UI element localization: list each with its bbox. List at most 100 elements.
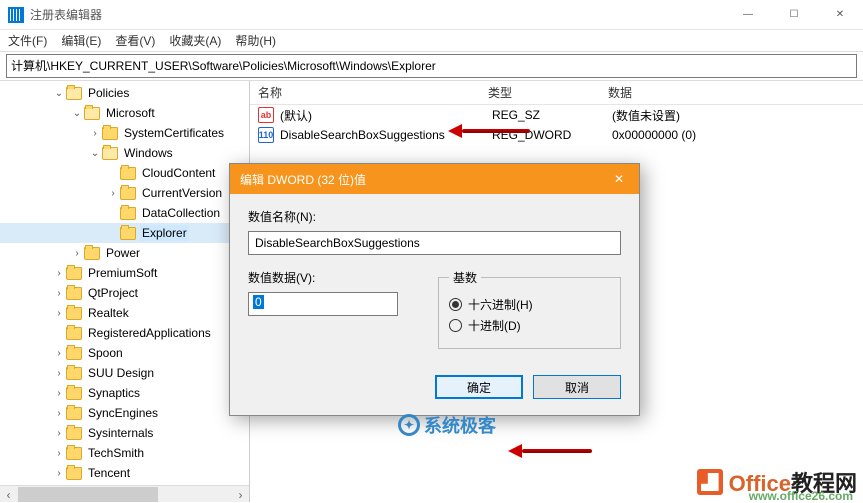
expand-icon[interactable]: › — [52, 268, 66, 279]
folder-icon — [120, 187, 136, 200]
list-row[interactable]: 110 DisableSearchBoxSuggestions REG_DWOR… — [250, 125, 863, 145]
dialog-buttons: 确定 取消 — [230, 365, 639, 415]
ok-button[interactable]: 确定 — [435, 375, 523, 399]
edit-dword-dialog: 编辑 DWORD (32 位)值 ✕ 数值名称(N): 数值数据(V): 0 基… — [229, 163, 640, 416]
collapse-icon[interactable]: ⌄ — [70, 108, 84, 119]
tree-node-realtek[interactable]: ›Realtek — [0, 303, 249, 323]
value-data: (数值未设置) — [604, 107, 863, 124]
tree-node-currentversion[interactable]: ›CurrentVersion — [0, 183, 249, 203]
tree-node-synaptics[interactable]: ›Synaptics — [0, 383, 249, 403]
menu-file[interactable]: 文件(F) — [8, 32, 47, 49]
value-data-text: 0 — [253, 295, 264, 309]
expand-icon[interactable]: › — [52, 368, 66, 379]
folder-icon — [120, 207, 136, 220]
expand-icon[interactable]: › — [52, 428, 66, 439]
folder-icon — [66, 447, 82, 460]
cancel-button[interactable]: 取消 — [533, 375, 621, 399]
address-path: 计算机\HKEY_CURRENT_USER\Software\Policies\… — [11, 57, 436, 75]
tree-node-cloudcontent[interactable]: ·CloudContent — [0, 163, 249, 183]
folder-icon — [66, 347, 82, 360]
dialog-close-button[interactable]: ✕ — [599, 164, 639, 194]
menu-edit[interactable]: 编辑(E) — [61, 32, 101, 49]
tree-node-premiumsoft[interactable]: ›PremiumSoft — [0, 263, 249, 283]
value-name-input[interactable] — [248, 231, 621, 255]
tree-node-techsmith[interactable]: ›TechSmith — [0, 443, 249, 463]
value-data-input[interactable]: 0 — [248, 292, 398, 316]
menu-favorites[interactable]: 收藏夹(A) — [169, 32, 221, 49]
col-type[interactable]: 类型 — [480, 84, 600, 101]
expand-icon[interactable]: › — [52, 408, 66, 419]
expand-icon[interactable]: › — [52, 448, 66, 459]
folder-icon — [66, 407, 82, 420]
menubar: 文件(F) 编辑(E) 查看(V) 收藏夹(A) 帮助(H) — [0, 30, 863, 52]
folder-icon — [66, 427, 82, 440]
registry-tree: ⌄Policies ⌄Microsoft ›SystemCertificates… — [0, 81, 249, 483]
folder-icon — [120, 167, 136, 180]
value-data: 0x00000000 (0) — [604, 128, 863, 142]
tree-node-tencent[interactable]: ›Tencent — [0, 463, 249, 483]
col-name[interactable]: 名称 — [250, 84, 480, 101]
radix-group: 基数 十六进制(H) 十进制(D) — [438, 269, 621, 349]
folder-icon — [84, 247, 100, 260]
list-header: 名称 类型 数据 — [250, 81, 863, 105]
expand-icon[interactable]: › — [52, 348, 66, 359]
folder-icon — [84, 107, 100, 120]
menu-view[interactable]: 查看(V) — [115, 32, 155, 49]
folder-icon — [66, 467, 82, 480]
dword-value-icon: 110 — [258, 127, 274, 143]
folder-icon — [66, 287, 82, 300]
tree-node-registeredapplications[interactable]: ·RegisteredApplications — [0, 323, 249, 343]
tree-node-suu-design[interactable]: ›SUU Design — [0, 363, 249, 383]
expand-icon[interactable]: › — [88, 128, 102, 139]
folder-icon — [66, 307, 82, 320]
expand-icon[interactable]: › — [106, 188, 120, 199]
tree-node-power[interactable]: ›Power — [0, 243, 249, 263]
radix-hex-option[interactable]: 十六进制(H) — [449, 296, 610, 313]
address-bar[interactable]: 计算机\HKEY_CURRENT_USER\Software\Policies\… — [6, 54, 857, 78]
tree-node-syncengines[interactable]: ›SyncEngines — [0, 403, 249, 423]
list-body: ab (默认) REG_SZ (数值未设置) 110 DisableSearch… — [250, 105, 863, 145]
tree-node-qtproject[interactable]: ›QtProject — [0, 283, 249, 303]
menu-help[interactable]: 帮助(H) — [235, 32, 276, 49]
dialog-body: 数值名称(N): 数值数据(V): 0 基数 十六进制(H) 十进制(D) — [230, 194, 639, 365]
expand-icon[interactable]: › — [52, 288, 66, 299]
tree-node-microsoft[interactable]: ⌄Microsoft — [0, 103, 249, 123]
col-data[interactable]: 数据 — [600, 84, 863, 101]
watermark-url: www.office26.com — [749, 489, 853, 503]
expand-icon[interactable]: › — [52, 308, 66, 319]
expand-icon[interactable]: › — [52, 468, 66, 479]
tree-node-explorer[interactable]: ·Explorer — [0, 223, 249, 243]
annotation-arrow-icon — [460, 127, 530, 135]
close-button[interactable]: ✕ — [817, 0, 863, 30]
tree-node-windows[interactable]: ⌄Windows — [0, 143, 249, 163]
tree-node-datacollection[interactable]: ·DataCollection — [0, 203, 249, 223]
collapse-icon[interactable]: ⌄ — [88, 148, 102, 159]
scroll-left-icon[interactable]: ‹ — [0, 486, 17, 502]
value-type: REG_SZ — [484, 108, 604, 122]
minimize-button[interactable]: — — [725, 0, 771, 30]
watermark-systemgeek: ✦ 系统极客 — [398, 412, 496, 438]
office-logo-icon — [697, 469, 723, 495]
radix-dec-option[interactable]: 十进制(D) — [449, 317, 610, 334]
tree-node-systemcertificates[interactable]: ›SystemCertificates — [0, 123, 249, 143]
folder-icon — [66, 367, 82, 380]
collapse-icon[interactable]: ⌄ — [52, 88, 66, 99]
maximize-button[interactable]: ☐ — [771, 0, 817, 30]
value-name: (默认) — [278, 107, 484, 124]
tree-h-scrollbar[interactable]: ‹ › — [0, 485, 249, 502]
expand-icon[interactable]: › — [52, 388, 66, 399]
folder-icon — [102, 147, 118, 160]
expand-icon[interactable]: › — [70, 248, 84, 259]
tree-node-sysinternals[interactable]: ›Sysinternals — [0, 423, 249, 443]
tree-node-policies[interactable]: ⌄Policies — [0, 83, 249, 103]
dialog-titlebar[interactable]: 编辑 DWORD (32 位)值 ✕ — [230, 164, 639, 194]
list-row[interactable]: ab (默认) REG_SZ (数值未设置) — [250, 105, 863, 125]
folder-icon — [66, 267, 82, 280]
folder-icon — [102, 127, 118, 140]
scroll-right-icon[interactable]: › — [232, 486, 249, 502]
scroll-thumb[interactable] — [18, 487, 158, 502]
window-title: 注册表编辑器 — [30, 6, 725, 23]
tree-node-spoon[interactable]: ›Spoon — [0, 343, 249, 363]
string-value-icon: ab — [258, 107, 274, 123]
titlebar: 注册表编辑器 — ☐ ✕ — [0, 0, 863, 30]
